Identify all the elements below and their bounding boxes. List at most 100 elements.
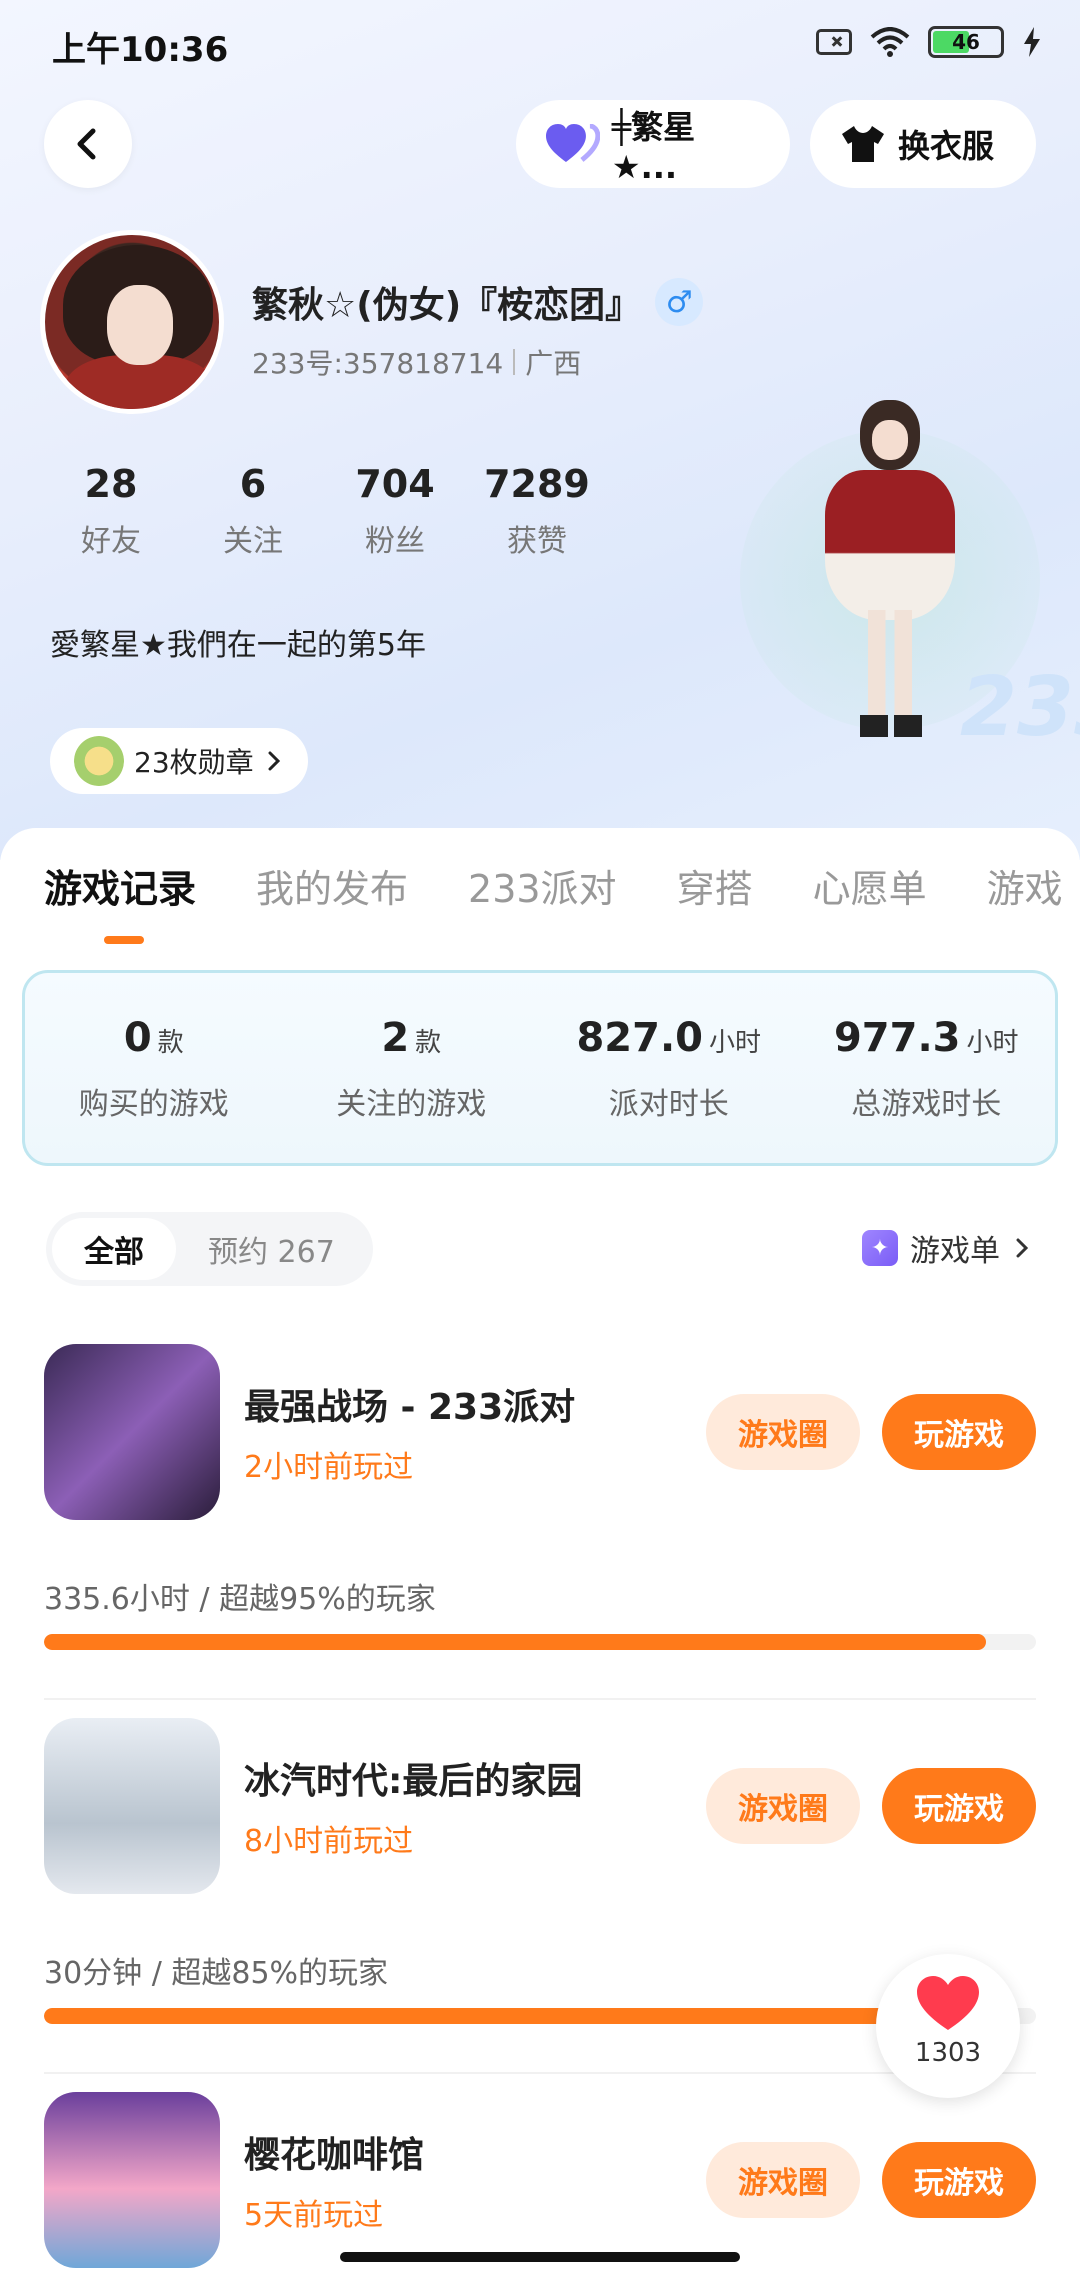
game-list-link[interactable]: ✦ 游戏单	[862, 1226, 1032, 1270]
filter-all[interactable]: 全部	[52, 1218, 176, 1280]
stat-label: 粉丝	[365, 524, 425, 559]
region: 广西	[525, 347, 582, 380]
stat-value: 28	[84, 462, 138, 506]
game-summary-card: 0款 购买的游戏 2款 关注的游戏 827.0 小时 派对时长 977.3 小时 总…	[22, 970, 1058, 1166]
charging-icon	[1024, 27, 1040, 57]
game-icon[interactable]	[44, 1344, 220, 1520]
stat-value: 7289	[484, 462, 590, 506]
game-last-played: 2小时前玩过	[244, 1450, 414, 1485]
filter-reserved[interactable]: 预约 267	[176, 1218, 367, 1280]
chevron-right-icon	[268, 751, 280, 771]
outfit-label: 换衣服	[898, 127, 995, 165]
tab-my-posts[interactable]: 我的发布	[256, 858, 408, 913]
game-circle-button[interactable]: 游戏圈	[706, 2142, 860, 2218]
user-id: 233号:357818714	[252, 347, 504, 380]
like-count: 1303	[914, 2038, 982, 2068]
wifi-icon	[870, 27, 910, 57]
battery-icon: 46	[928, 26, 1004, 58]
game-name[interactable]: 冰汽时代:最后的家园	[244, 1752, 582, 1804]
stat-following[interactable]: 6 关注	[182, 462, 324, 560]
stat-friends[interactable]: 28 好友	[40, 462, 182, 560]
status-bar: 上午10:36 46	[0, 0, 1080, 90]
game-name[interactable]: 最强战场 - 233派对	[244, 1378, 575, 1430]
home-indicator[interactable]	[340, 2252, 740, 2262]
bio: 愛繁星★我們在一起的第5年	[50, 628, 426, 663]
game-icon[interactable]	[44, 2092, 220, 2268]
summary-value: 2	[381, 1015, 410, 1061]
heart-icon	[917, 1976, 979, 2030]
summary-value: 827.0	[576, 1015, 703, 1061]
medal-icon	[74, 736, 124, 786]
game-last-played: 5天前玩过	[244, 2198, 384, 2233]
user-id-line: 233号:357818714 广西	[252, 342, 581, 382]
summary-unit: 款	[157, 1028, 184, 1058]
stat-fans[interactable]: 704 粉丝	[324, 462, 466, 560]
summary-value: 977.3	[833, 1015, 961, 1061]
chevron-right-icon	[1016, 1238, 1029, 1258]
game-last-played: 8小时前玩过	[244, 1824, 414, 1859]
game-name[interactable]: 樱花咖啡馆	[244, 2126, 424, 2178]
no-sim-icon	[816, 29, 852, 55]
summary-label: 购买的游戏	[78, 1087, 229, 1122]
summary-value: 0	[123, 1015, 152, 1061]
tab-outfits[interactable]: 穿搭	[677, 858, 753, 913]
change-outfit-button[interactable]: 换衣服	[810, 100, 1036, 188]
profile-tabs: 游戏记录 我的发布 233派对 穿搭 心愿单 游戏	[44, 858, 1063, 913]
game-icon[interactable]	[44, 1718, 220, 1894]
like-button[interactable]: 1303	[876, 1954, 1020, 2098]
filter-toggle: 全部 预约 267	[46, 1212, 373, 1286]
game-playtime-stat: 335.6小时 / 超越95%的玩家	[44, 1582, 436, 1617]
game-circle-button[interactable]: 游戏圈	[706, 1394, 860, 1470]
tab-game-records[interactable]: 游戏记录	[44, 858, 196, 913]
chevron-left-icon	[77, 128, 96, 160]
back-button[interactable]	[44, 100, 132, 188]
stat-likes[interactable]: 7289 获赞	[466, 462, 608, 560]
nickname-text: 繁秋☆(伪女)『桉恋团』	[252, 285, 642, 326]
progress-fill	[44, 1634, 987, 1650]
summary-unit: 小时	[709, 1028, 762, 1058]
status-time: 上午10:36	[52, 30, 229, 70]
stat-value: 6	[239, 462, 267, 506]
summary-label: 总游戏时长	[851, 1087, 1002, 1122]
active-tab-indicator	[104, 936, 144, 944]
group-label: ╪繁星★...	[611, 108, 696, 186]
tab-233-party[interactable]: 233派对	[468, 858, 617, 913]
medals-button[interactable]: 23枚勋章	[50, 728, 308, 794]
nickname: 繁秋☆(伪女)『桉恋团』 ♂	[252, 276, 704, 328]
progress-fill	[44, 2008, 888, 2024]
divider	[44, 1698, 1036, 1700]
stat-value: 704	[355, 462, 435, 506]
game-playtime-stat: 30分钟 / 超越85%的玩家	[44, 1956, 389, 1991]
stat-label: 关注	[223, 524, 283, 559]
play-game-button[interactable]: 玩游戏	[882, 2142, 1036, 2218]
summary-followed[interactable]: 2款 关注的游戏	[283, 973, 541, 1163]
summary-total-time[interactable]: 977.3 小时 总游戏时长	[798, 973, 1056, 1163]
summary-unit: 小时	[966, 1028, 1019, 1058]
stat-label: 获赞	[507, 524, 567, 559]
game-circle-button[interactable]: 游戏圈	[706, 1768, 860, 1844]
avatar[interactable]	[40, 230, 224, 414]
badge-233: 233	[960, 660, 1080, 755]
status-icons: 46	[816, 26, 1042, 58]
shirt-icon	[842, 126, 884, 162]
summary-party-time[interactable]: 827.0 小时 派对时长	[540, 973, 798, 1163]
divider	[513, 349, 516, 375]
summary-label: 关注的游戏	[336, 1087, 487, 1122]
summary-unit: 款	[415, 1028, 442, 1058]
male-icon: ♂	[655, 278, 704, 326]
playtime-progress	[44, 1634, 1036, 1650]
play-game-button[interactable]: 玩游戏	[882, 1768, 1036, 1844]
summary-purchased[interactable]: 0款 购买的游戏	[25, 973, 283, 1163]
medals-label: 23枚勋章	[134, 746, 254, 779]
divider	[44, 2072, 1036, 2074]
sparkle-icon: ✦	[862, 1230, 898, 1266]
game-list-label: 游戏单	[910, 1234, 1000, 1269]
battery-level: 46	[952, 30, 980, 54]
summary-label: 派对时长	[608, 1087, 729, 1122]
heart-icon	[546, 124, 600, 162]
stat-label: 好友	[81, 524, 141, 559]
tab-games[interactable]: 游戏	[987, 858, 1063, 913]
group-button[interactable]: ╪繁星★...	[516, 100, 790, 188]
tab-wishlist[interactable]: 心愿单	[813, 858, 927, 913]
play-game-button[interactable]: 玩游戏	[882, 1394, 1036, 1470]
